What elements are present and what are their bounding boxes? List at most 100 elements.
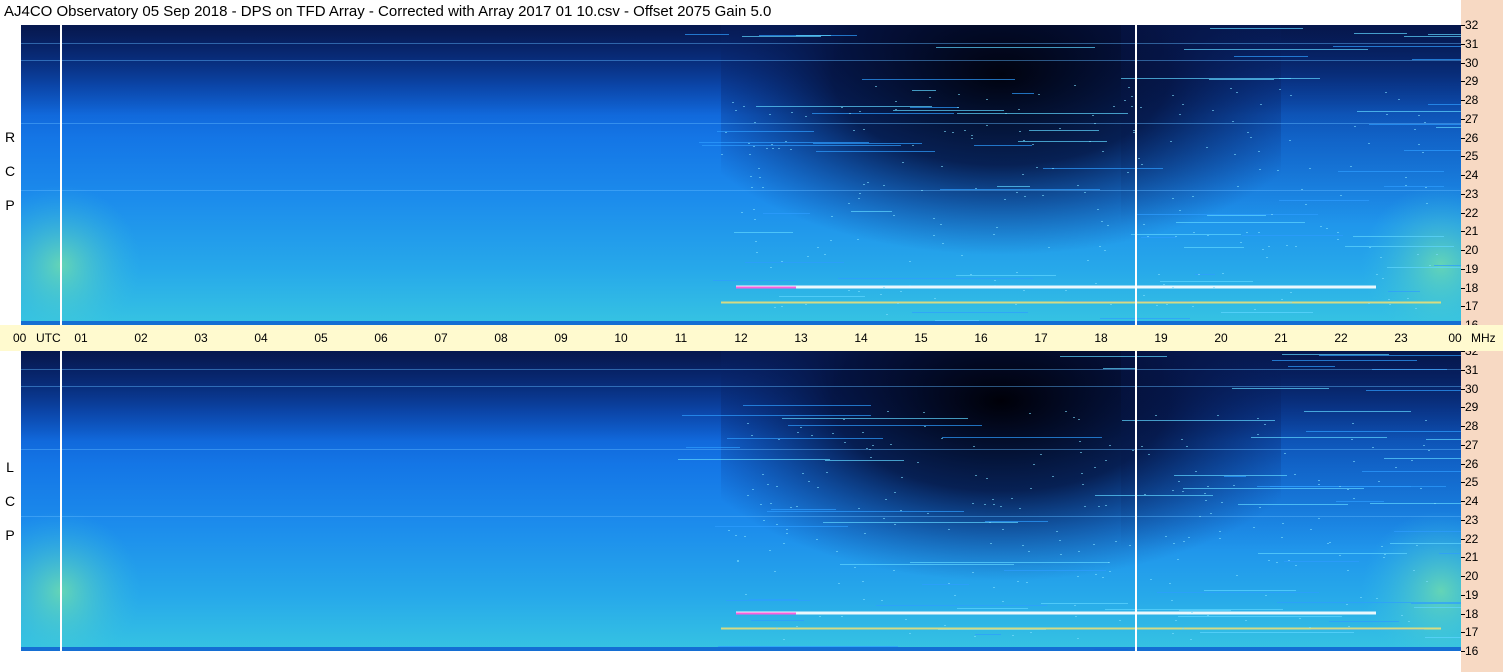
heatmap-cell [910, 562, 1109, 563]
heatmap-cell [1103, 368, 1136, 369]
heatmap-cell [1271, 214, 1273, 215]
heatmap-cell [989, 522, 991, 523]
heatmap-cell [1385, 92, 1387, 93]
heatmap-cell [1017, 581, 1019, 582]
heatmap-cell [1169, 583, 1171, 584]
heatmap-cell [1234, 56, 1308, 57]
heatmap-cell [783, 543, 785, 544]
heatmap-cell [993, 504, 995, 505]
heatmap-cell [941, 166, 943, 167]
heatmap-cell [1282, 523, 1284, 524]
heatmap-cell [21, 60, 1461, 61]
heatmap-cell [762, 187, 764, 188]
heatmap-cell [986, 125, 988, 126]
heatmap-cell [1150, 579, 1152, 580]
heatmap-cell [1426, 439, 1461, 440]
y-tick-label: 25 [1465, 475, 1479, 490]
heatmap-cell [1408, 621, 1410, 622]
heatmap-cell [1141, 237, 1176, 238]
heatmap-cell [1004, 199, 1006, 200]
heatmap-cell [917, 462, 919, 463]
heatmap-cell [986, 478, 988, 479]
heatmap-cell [1183, 541, 1185, 542]
heatmap-cell [1018, 141, 1107, 142]
heatmap-cell [1236, 575, 1238, 576]
heatmap-cell [1428, 34, 1461, 35]
heatmap-cell [1414, 607, 1461, 608]
heatmap-cell [1182, 104, 1184, 105]
heatmap-cell [1206, 147, 1208, 148]
heatmap-cell [1212, 110, 1214, 111]
heatmap-cell [756, 252, 758, 253]
heatmap-cell [1405, 177, 1407, 178]
heatmap-cell [948, 529, 950, 530]
heatmap-cell [782, 418, 968, 419]
heatmap-cell [1217, 415, 1219, 416]
heatmap-cell [897, 303, 899, 304]
heatmap-cell [1224, 476, 1246, 477]
heatmap-cell [817, 487, 819, 488]
heatmap-cell [745, 594, 747, 595]
heatmap-cell [1353, 236, 1444, 237]
heatmap-cell [1369, 124, 1461, 125]
heatmap-cell [1428, 104, 1461, 105]
heatmap-cell [942, 437, 1102, 438]
heatmap-cell [944, 625, 946, 626]
y-tick-label: 31 [1465, 36, 1479, 51]
heatmap-cell [1104, 250, 1106, 251]
heatmap-cell [686, 447, 740, 448]
heatmap-cell [1265, 595, 1267, 596]
heatmap-cell [741, 212, 743, 213]
x-tick-label: 18 [1094, 331, 1108, 345]
heatmap-cell [940, 224, 942, 225]
heatmap-cell [736, 612, 796, 615]
heatmap-cell [974, 145, 1032, 146]
heatmap-cell [1353, 498, 1355, 499]
heatmap-cell [1038, 94, 1040, 95]
heatmap-cell [1232, 388, 1329, 389]
heatmap-cell [994, 285, 996, 286]
heatmap-cell [836, 551, 838, 552]
heatmap-cell [870, 457, 872, 458]
heatmap-cell [1386, 114, 1388, 115]
heatmap-cell [1333, 46, 1461, 47]
heatmap-cell [1119, 620, 1121, 621]
heatmap-cell [1109, 445, 1111, 446]
heatmap-cell [826, 472, 828, 473]
heatmap-cell [1237, 186, 1239, 187]
heatmap-cell [1284, 453, 1286, 454]
heatmap-cell [1033, 464, 1035, 465]
heatmap-cell [940, 189, 1100, 190]
heatmap-cell [682, 415, 871, 416]
heatmap-cell [778, 148, 780, 149]
x-tick-label: 03 [194, 331, 208, 345]
heatmap-cell [857, 239, 859, 240]
heatmap-cell [1281, 537, 1283, 538]
heatmap-cell [721, 301, 1441, 304]
heatmap-cell [1041, 603, 1128, 604]
heatmap-cell [1428, 450, 1430, 451]
chart-title: AJ4CO Observatory 05 Sep 2018 - DPS on T… [4, 3, 772, 20]
heatmap-cell [1290, 302, 1292, 303]
heatmap-cell [1361, 185, 1461, 325]
heatmap-cell [1078, 419, 1080, 420]
y-tick-label: 29 [1465, 74, 1479, 89]
y-tick-label: 28 [1465, 419, 1479, 433]
heatmap-cell [816, 151, 935, 152]
heatmap-cell [832, 433, 834, 434]
heatmap-cell [1259, 507, 1261, 508]
heatmap-cell [1192, 196, 1194, 197]
heatmap-cell [817, 247, 819, 248]
time-marker-line [1134, 25, 1137, 325]
heatmap-cell [1204, 590, 1296, 591]
x-tick-label: 02 [134, 331, 148, 345]
heatmap-cell [971, 135, 973, 136]
heatmap-cell [1056, 531, 1058, 532]
heatmap-cell [924, 426, 926, 427]
heatmap-cell [1141, 446, 1143, 447]
heatmap-cell [1030, 632, 1032, 633]
heatmap-cell [862, 432, 864, 433]
heatmap-cell [1207, 615, 1209, 616]
heatmap-cell [736, 286, 796, 289]
heatmap-cell [994, 280, 996, 281]
